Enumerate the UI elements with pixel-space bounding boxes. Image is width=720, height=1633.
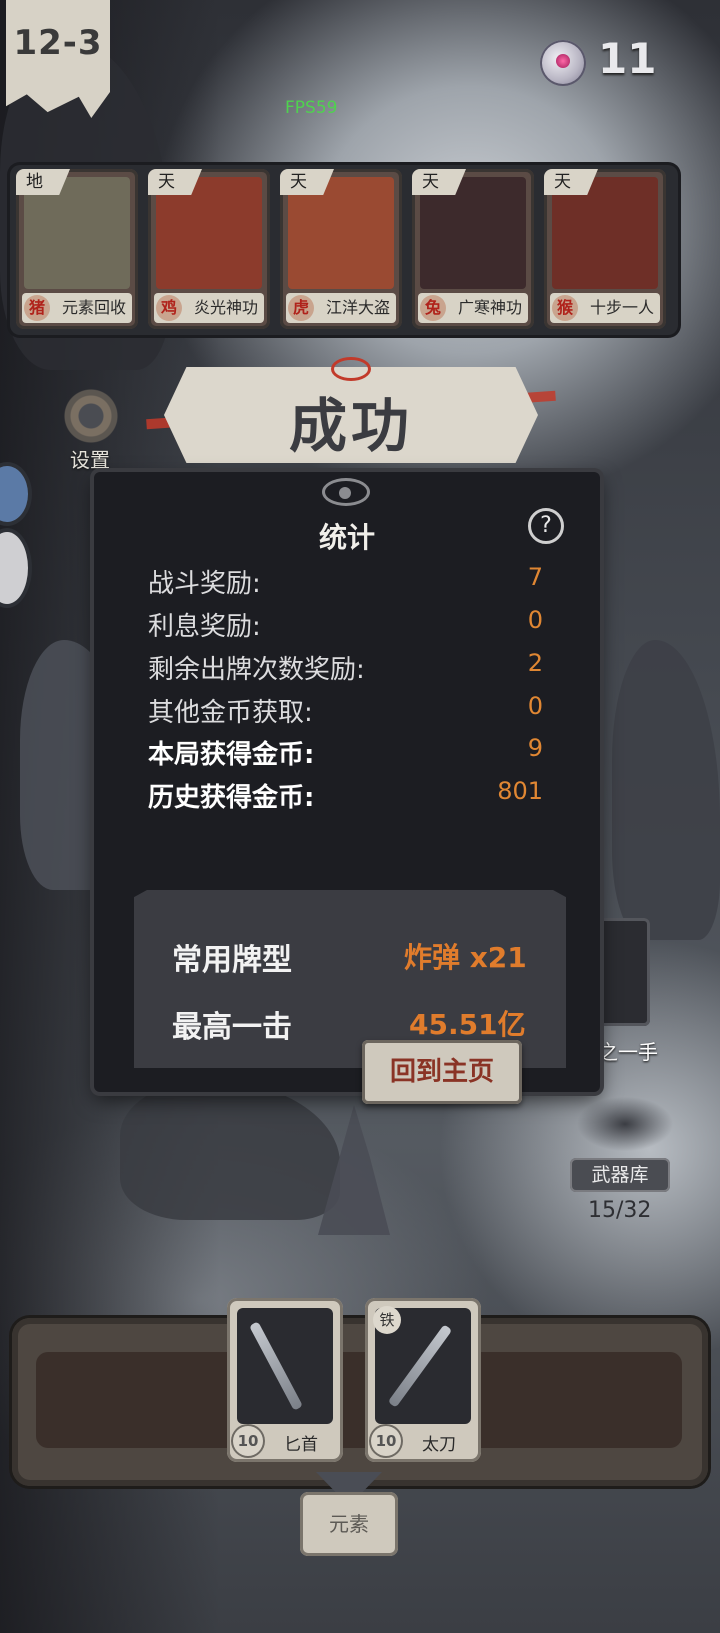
stat-row: 其他金币获取: 0 bbox=[148, 692, 543, 732]
skill-card[interactable]: 天 江洋大盗 虎 bbox=[280, 169, 402, 329]
home-button[interactable]: 回到主页 bbox=[362, 1040, 522, 1104]
stat-label: 利息奖励: bbox=[148, 612, 261, 642]
stat-label: 历史获得金币: bbox=[148, 783, 315, 813]
stat-row: 历史获得金币: 801 bbox=[148, 777, 543, 817]
armory-count: 15/32 bbox=[588, 1198, 652, 1223]
card-zodiac: 虎 bbox=[288, 295, 314, 321]
stat-row: 利息奖励: 0 bbox=[148, 606, 543, 646]
gem-icon bbox=[540, 40, 586, 86]
success-title: 成功 bbox=[288, 392, 413, 460]
card-zodiac: 猴 bbox=[552, 295, 578, 321]
weapon-card[interactable]: 10 匕首 bbox=[227, 1298, 343, 1462]
eye-icon bbox=[331, 357, 371, 381]
common-hand-label: 常用牌型 bbox=[172, 943, 292, 978]
help-icon[interactable]: ? bbox=[528, 508, 564, 544]
gem-count: 11 bbox=[598, 34, 657, 83]
weapon-name: 太刀 bbox=[422, 1435, 456, 1455]
skill-card[interactable]: 天 十步一人 猴 bbox=[544, 169, 666, 329]
stat-label: 本局获得金币: bbox=[148, 740, 315, 770]
stat-value: 7 bbox=[527, 563, 543, 591]
stat-label: 战斗奖励: bbox=[148, 569, 261, 599]
weapon-name: 匕首 bbox=[284, 1435, 318, 1455]
stat-value: 0 bbox=[527, 692, 543, 720]
stat-row: 本局获得金币: 9 bbox=[148, 734, 543, 774]
success-banner: 成功 bbox=[146, 355, 556, 473]
hand-tray-inner bbox=[36, 1352, 682, 1448]
card-zodiac: 猪 bbox=[24, 295, 50, 321]
element-button[interactable]: 元素 bbox=[300, 1492, 398, 1556]
card-zodiac: 鸡 bbox=[156, 295, 182, 321]
armory-icon[interactable] bbox=[560, 1080, 690, 1160]
armory-button[interactable]: 武器库 bbox=[570, 1158, 670, 1192]
weapon-card[interactable]: 铁 10 太刀 bbox=[365, 1298, 481, 1462]
skill-card[interactable]: 天 炎光神功 鸡 bbox=[148, 169, 270, 329]
stat-label: 其他金币获取: bbox=[148, 698, 313, 728]
material-tag: 铁 bbox=[373, 1306, 401, 1334]
fps-counter: FPS59 bbox=[285, 98, 338, 118]
skill-card-strip: 地 元素回收 猪 天 炎光神功 鸡 天 江洋大盗 虎 天 广寒神功 兔 天 十步… bbox=[10, 165, 678, 335]
top-hit-value: 45.51亿 bbox=[409, 1008, 526, 1041]
gear-icon[interactable] bbox=[60, 385, 122, 447]
stat-value: 801 bbox=[497, 777, 543, 805]
card-cost: 10 bbox=[231, 1424, 265, 1458]
stat-row: 战斗奖励: 7 bbox=[148, 563, 543, 603]
stat-value: 0 bbox=[527, 606, 543, 634]
stat-label: 剩余出牌次数奖励: bbox=[148, 655, 365, 685]
skill-card[interactable]: 地 元素回收 猪 bbox=[16, 169, 138, 329]
eye-icon bbox=[322, 478, 370, 506]
common-hand-value: 炸弹 x21 bbox=[404, 941, 527, 974]
settings-label[interactable]: 设置 bbox=[70, 444, 110, 473]
card-zodiac: 兔 bbox=[420, 295, 446, 321]
card-cost: 10 bbox=[369, 1424, 403, 1458]
stat-value: 9 bbox=[527, 734, 543, 762]
skill-card[interactable]: 天 广寒神功 兔 bbox=[412, 169, 534, 329]
stats-title: 统计 bbox=[318, 521, 375, 554]
stat-row: 剩余出牌次数奖励: 2 bbox=[148, 649, 543, 689]
top-hit-label: 最高一击 bbox=[172, 1010, 292, 1045]
stat-value: 2 bbox=[527, 649, 543, 677]
